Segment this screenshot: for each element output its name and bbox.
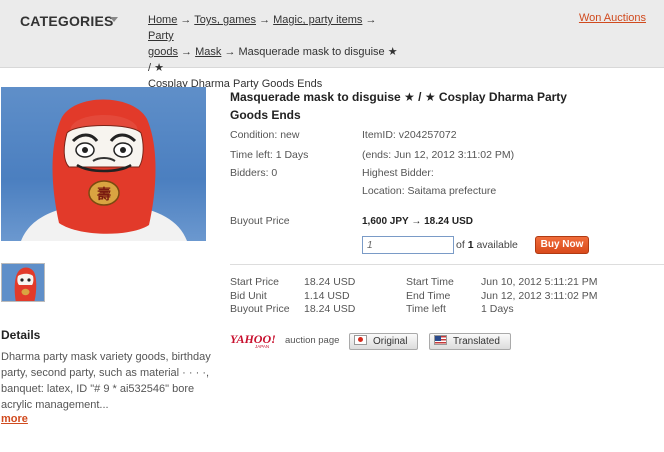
thumbnail-photo (14, 267, 37, 301)
breadcrumb-party-goods-line2: goods (148, 46, 178, 58)
item-title: Masquerade mask to disguise ★ / ★ Cospla… (230, 90, 567, 122)
convert-arrow-icon: → (411, 216, 422, 227)
product-thumbnail[interactable] (1, 263, 45, 302)
price-usd: 18.24 USD (424, 216, 474, 227)
translated-label: Translated (453, 336, 500, 347)
time-left-text: Time left: 1 Days (230, 149, 309, 161)
time-left-label: Time left (406, 303, 446, 315)
buy-now-button[interactable]: Buy Now (535, 236, 589, 254)
of-label: of (456, 239, 465, 251)
breadcrumb-magic[interactable]: Magic, party items (273, 14, 362, 26)
yahoo-logo-sub: JAPAN (255, 344, 269, 349)
start-time-value: Jun 10, 2012 5:11:21 PM (481, 276, 598, 288)
bid-unit-value: 1.14 USD (304, 290, 350, 302)
more-link[interactable]: more (1, 413, 28, 425)
original-label: Original (373, 336, 408, 347)
daruma-mask-photo: 壽 (21, 99, 187, 241)
breadcrumb-party-goods[interactable]: Party goods (148, 30, 178, 58)
original-page-button[interactable]: Original (349, 333, 418, 350)
buyout-price-spec-value: 18.24 USD (304, 303, 356, 315)
breadcrumb-party-goods-line1: Party (148, 30, 174, 42)
breadcrumb-arrow-icon: → (224, 46, 236, 58)
breadcrumb-arrow-icon: → (180, 14, 192, 26)
quantity-input[interactable] (362, 236, 454, 254)
buyout-price-value: 1,600 JPY → 18.24 USD (362, 216, 473, 227)
breadcrumb-mask[interactable]: Mask (195, 46, 221, 58)
translated-page-button[interactable]: Translated (429, 333, 511, 350)
item-id-text: ItemID: v204257072 (362, 129, 457, 141)
available-label: available (476, 239, 518, 251)
us-flag-icon (434, 335, 447, 346)
quantity-available: of 1 available (456, 239, 518, 251)
yahoo-logo: YAHOO! JAPAN (230, 332, 276, 349)
breadcrumb-home[interactable]: Home (148, 14, 177, 26)
start-price-value: 18.24 USD (304, 276, 356, 288)
won-auctions-link[interactable]: Won Auctions (579, 12, 646, 24)
breadcrumb-arrow-icon: → (365, 14, 377, 26)
end-time-label: End Time (406, 290, 451, 302)
breadcrumb-arrow-icon: → (181, 46, 193, 58)
top-bar: CATEGORIES Home → Toys, games → Magic, p… (0, 0, 664, 90)
condition-text: Condition: new (230, 129, 300, 141)
breadcrumb-toys[interactable]: Toys, games (194, 14, 256, 26)
svg-text:壽: 壽 (97, 186, 111, 203)
categories-button[interactable]: CATEGORIES (20, 13, 114, 29)
divider (230, 264, 664, 265)
start-price-label: Start Price (230, 276, 280, 288)
buyout-price-label: Buyout Price (230, 215, 290, 227)
bid-unit-label: Bid Unit (230, 290, 267, 302)
breadcrumb-arrow-icon: → (259, 14, 271, 26)
start-time-label: Start Time (406, 276, 454, 288)
time-left-value: 1 Days (481, 303, 514, 315)
japan-flag-icon (354, 335, 367, 346)
highest-bidder-text: Highest Bidder: (362, 167, 434, 179)
ends-text: (ends: Jun 12, 2012 3:11:02 PM) (362, 149, 515, 161)
location-text: Location: Saitama prefecture (362, 185, 497, 197)
available-count: 1 (467, 239, 474, 251)
chevron-down-icon[interactable] (110, 17, 118, 22)
price-jpy: 1,600 JPY (362, 216, 409, 227)
product-image[interactable]: 壽 (1, 87, 206, 241)
breadcrumb: Home → Toys, games → Magic, party items … (148, 12, 398, 92)
bidders-text: Bidders: 0 (230, 167, 278, 179)
auction-page-label: auction page (285, 335, 340, 346)
buyout-price-spec-label: Buyout Price (230, 303, 290, 315)
details-description: Dharma party mask variety goods, birthda… (1, 351, 211, 411)
end-time-value: Jun 12, 2012 3:11:02 PM (481, 290, 598, 302)
details-heading: Details (1, 328, 41, 342)
